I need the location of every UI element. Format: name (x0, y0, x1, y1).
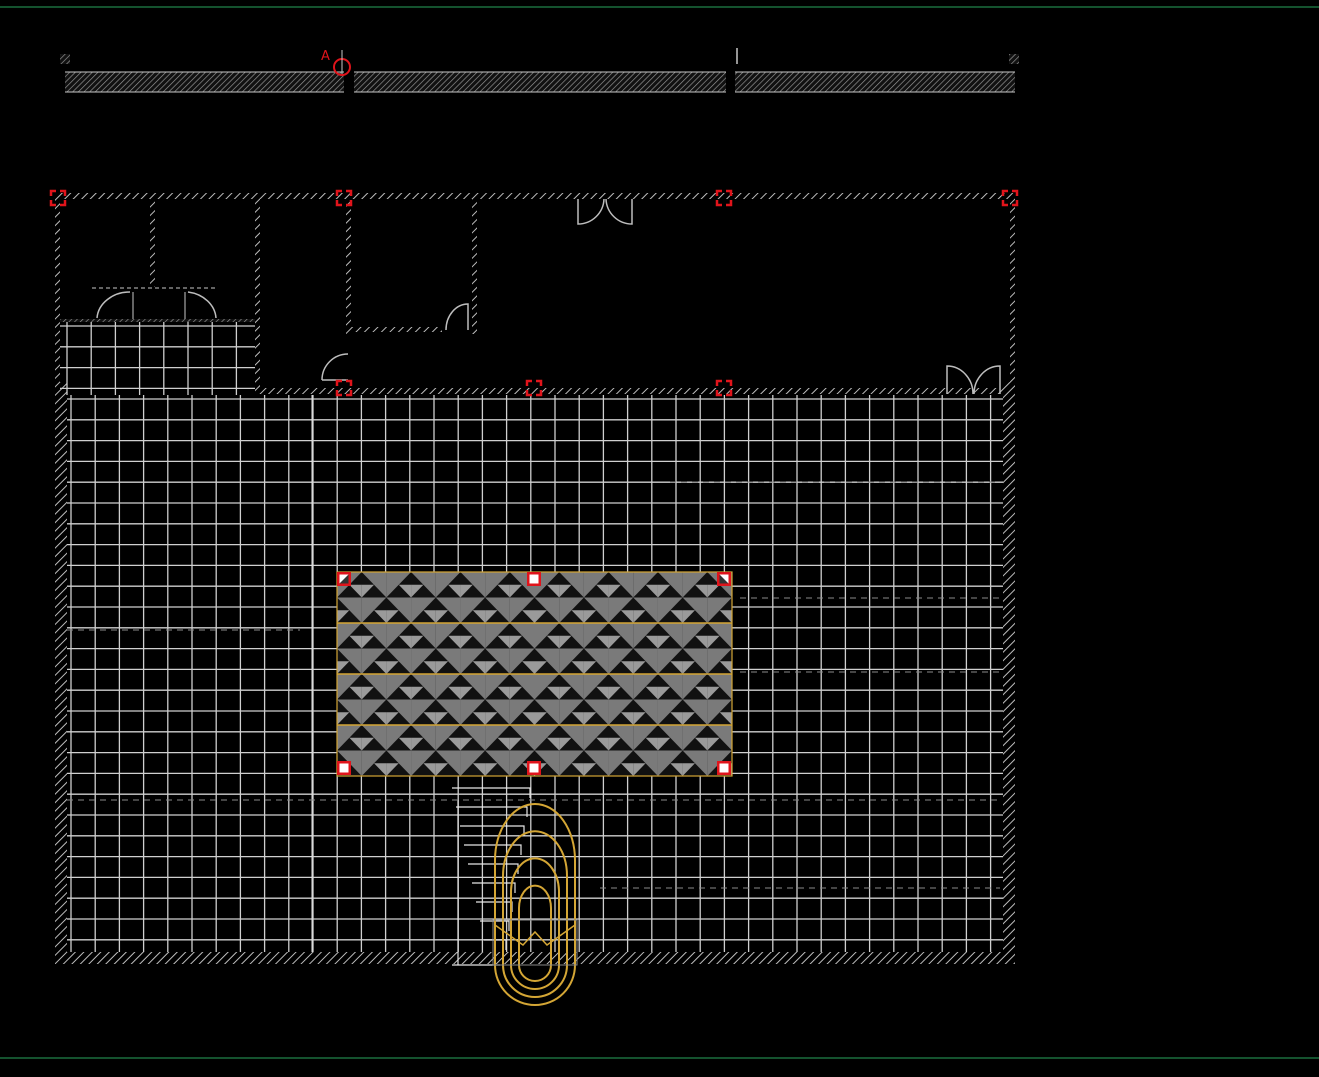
floor-plan-canvas[interactable] (0, 0, 1319, 1077)
step-line (472, 882, 516, 893)
step-line (468, 863, 519, 874)
step-line (460, 825, 525, 836)
arched-water-feature[interactable] (492, 803, 578, 1006)
step-line (464, 844, 522, 855)
door-swings[interactable] (96, 198, 1001, 395)
grip-square-icon[interactable] (527, 761, 541, 775)
grip-square-icon[interactable] (717, 572, 731, 586)
section-marker-letter: A (321, 49, 330, 64)
step-line (452, 787, 531, 798)
cad-drawing-viewport[interactable]: A (0, 0, 1319, 1077)
section-marker-icon[interactable] (333, 50, 351, 76)
grip-square-icon[interactable] (717, 761, 731, 775)
fountain-ring (518, 884, 552, 982)
section-elevation-strip[interactable] (60, 48, 1019, 96)
grip-square-icon[interactable] (337, 761, 351, 775)
interior-partitions[interactable] (60, 199, 477, 389)
grip-square-icon[interactable] (337, 572, 351, 586)
grip-square-icon[interactable] (527, 572, 541, 586)
floor-tile-grid-secondary[interactable] (60, 322, 255, 395)
